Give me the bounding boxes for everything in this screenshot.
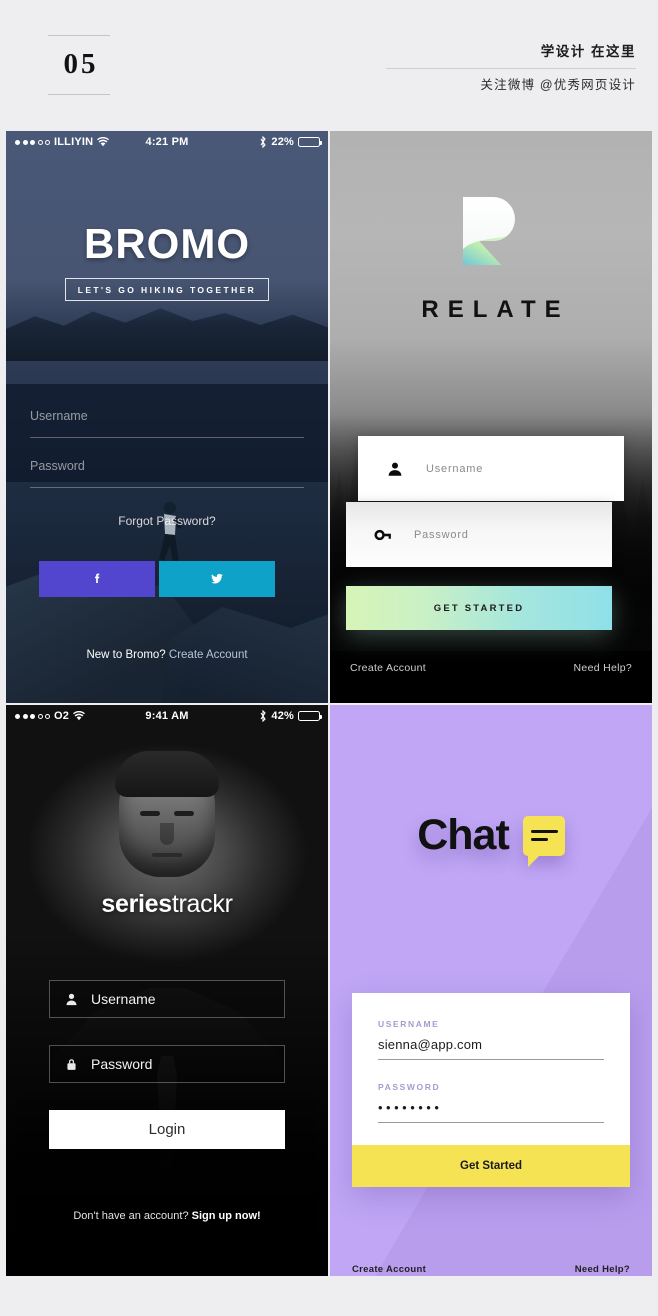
forgot-password-link[interactable]: Forgot Password? (6, 514, 328, 528)
app-title: seriestrackr (6, 890, 328, 919)
password-placeholder: Password (414, 528, 469, 541)
signup-prompt: New to Bromo? Create Account (6, 649, 328, 661)
need-help-link[interactable]: Need Help? (575, 1264, 630, 1275)
login-card: USERNAME sienna@app.com PASSWORD •••••••… (352, 993, 630, 1187)
header-divider (386, 68, 636, 69)
username-input[interactable]: Username (30, 409, 304, 423)
mockup-seriestrackr: O2 9:41 AM 42% seriestrackr Username Pas… (6, 705, 328, 1276)
chat-bubble-icon (522, 815, 565, 867)
rule-bottom (48, 94, 110, 95)
password-input[interactable]: •••••••• (378, 1092, 604, 1122)
clock: 4:21 PM (145, 136, 189, 148)
username-label: USERNAME (378, 1019, 440, 1029)
password-label: PASSWORD (378, 1082, 441, 1092)
login-card-body: USERNAME sienna@app.com PASSWORD •••••••… (352, 993, 630, 1145)
app-title: BROMO (84, 220, 250, 267)
page-number-block: 05 (48, 35, 110, 95)
login-button[interactable]: Login (49, 1110, 285, 1149)
need-help-link[interactable]: Need Help? (574, 662, 632, 674)
hiker-silhouette (159, 502, 182, 563)
lock-icon (67, 1058, 76, 1070)
password-field[interactable]: Password (346, 502, 612, 567)
page-number: 05 (63, 48, 99, 80)
battery-icon (298, 137, 322, 147)
header-weibo-handle: 关注微博 @优秀网页设计 (480, 78, 636, 92)
username-underline (30, 437, 304, 438)
chat-logo-block: Chat (330, 811, 652, 867)
header-slogan: 学设计 在这里 (540, 44, 636, 59)
battery-icon (298, 711, 322, 721)
password-placeholder: Password (91, 1056, 153, 1072)
create-account-link[interactable]: Create Account (169, 649, 248, 661)
diagonal-accent-shape (375, 807, 652, 1276)
get-started-button[interactable]: GET STARTED (346, 586, 612, 630)
username-input[interactable]: sienna@app.com (378, 1029, 604, 1059)
mockup-relate: RELATE Username Password GET STARTED Cre… (330, 131, 652, 703)
signup-link[interactable]: Sign up now! (192, 1210, 261, 1222)
create-account-link[interactable]: Create Account (352, 1264, 426, 1275)
app-tagline: LET'S GO HIKING TOGETHER (64, 278, 270, 301)
header-branding: 学设计 在这里 关注微博 @优秀网页设计 (386, 42, 636, 95)
twitter-icon (211, 573, 223, 584)
person-icon (66, 993, 77, 1005)
signup-prompt: Don't have an account? Sign up now! (6, 1210, 328, 1222)
signup-prompt-text: New to Bromo? (86, 649, 169, 661)
clock: 9:41 AM (145, 710, 189, 722)
status-bar-series: O2 9:41 AM 42% (6, 705, 328, 727)
mockup-grid: ILLIYIN 4:21 PM 22% BROMO LET'S GO HIKIN… (6, 131, 652, 1276)
signup-prompt-text: Don't have an account? (73, 1210, 192, 1222)
app-title: RELATE (421, 296, 570, 323)
footer-links: Create Account Need Help? (352, 1264, 630, 1275)
social-login-row (39, 561, 295, 597)
relate-logo-block: RELATE (330, 197, 652, 324)
username-placeholder: Username (91, 991, 156, 1007)
password-underline (30, 487, 304, 488)
username-field[interactable]: Username (49, 980, 285, 1018)
status-bar-bromo: ILLIYIN 4:21 PM 22% (6, 131, 328, 153)
facebook-icon (95, 573, 100, 583)
password-input[interactable]: Password (30, 459, 304, 473)
key-icon (374, 529, 391, 540)
relate-r-logo-icon (463, 197, 515, 265)
footer-links: Create Account Need Help? (350, 662, 632, 674)
app-title-light: trackr (171, 890, 233, 918)
password-underline (378, 1122, 604, 1123)
bromo-logo-block: BROMO LET'S GO HIKING TOGETHER (6, 223, 328, 301)
mockup-bromo: ILLIYIN 4:21 PM 22% BROMO LET'S GO HIKIN… (6, 131, 328, 703)
mockup-chat: Chat USERNAME sienna@app.com PASSWORD ••… (330, 705, 652, 1276)
facebook-login-button[interactable] (39, 561, 155, 597)
create-account-link[interactable]: Create Account (350, 662, 426, 674)
person-icon (388, 462, 402, 476)
app-title-bold: series (101, 890, 172, 918)
username-placeholder: Username (426, 462, 484, 475)
username-field[interactable]: Username (358, 436, 624, 501)
get-started-button[interactable]: Get Started (352, 1145, 630, 1187)
app-title: Chat (417, 811, 510, 859)
twitter-login-button[interactable] (159, 561, 275, 597)
page-header: 05 学设计 在这里 关注微博 @优秀网页设计 (0, 0, 658, 131)
password-field[interactable]: Password (49, 1045, 285, 1083)
